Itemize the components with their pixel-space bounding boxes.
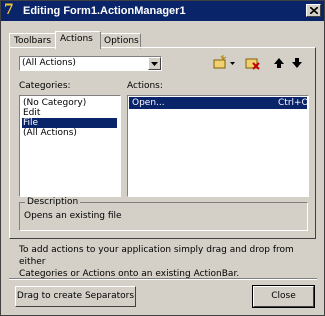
arrow-down-icon bbox=[292, 58, 302, 68]
delete-action-icon bbox=[245, 58, 260, 70]
tab-actions[interactable]: Actions bbox=[55, 31, 101, 49]
action-manager-dialog: 7 Editing Form1.ActionManager1 Toolbars … bbox=[0, 0, 325, 316]
move-up-button[interactable] bbox=[273, 55, 285, 71]
window-title: Editing Form1.ActionManager1 bbox=[23, 5, 186, 17]
title-bar[interactable]: 7 Editing Form1.ActionManager1 bbox=[1, 1, 324, 21]
description-label: Description bbox=[25, 197, 81, 208]
dropdown-arrow-button[interactable] bbox=[148, 57, 161, 70]
action-row[interactable]: Open... Ctrl+O bbox=[129, 97, 309, 109]
list-item[interactable]: (All Actions) bbox=[22, 128, 117, 138]
actions-list[interactable]: Open... Ctrl+O bbox=[127, 95, 309, 197]
close-icon bbox=[310, 7, 318, 14]
drag-separators-button[interactable]: Drag to create Separators bbox=[15, 286, 136, 307]
divider bbox=[9, 278, 317, 280]
list-item[interactable]: Edit bbox=[22, 108, 117, 118]
new-action-icon bbox=[213, 55, 235, 69]
list-item[interactable]: (No Category) bbox=[22, 98, 117, 108]
new-action-button[interactable] bbox=[212, 55, 238, 71]
chevron-down-icon bbox=[151, 62, 158, 66]
close-button[interactable]: Close bbox=[252, 285, 315, 308]
list-item-selected[interactable]: File bbox=[22, 118, 117, 128]
arrow-up-icon bbox=[274, 58, 284, 68]
close-window-button[interactable] bbox=[306, 4, 321, 17]
description-text: Opens an existing file bbox=[24, 211, 122, 221]
delete-action-button[interactable] bbox=[244, 55, 262, 71]
action-name: Open... bbox=[132, 98, 165, 108]
move-down-button[interactable] bbox=[291, 55, 303, 71]
action-shortcut: Ctrl+O bbox=[278, 98, 309, 108]
app-icon: 7 bbox=[4, 2, 14, 18]
actions-label: Actions: bbox=[127, 81, 163, 91]
categories-label: Categories: bbox=[19, 81, 71, 91]
help-text: To add actions to your application simpl… bbox=[19, 245, 294, 279]
categories-list[interactable]: (No Category) Edit File (All Actions) bbox=[19, 95, 121, 197]
description-group: Description Opens an existing file bbox=[19, 197, 308, 231]
action-filter-dropdown[interactable]: (All Actions) bbox=[19, 56, 162, 71]
